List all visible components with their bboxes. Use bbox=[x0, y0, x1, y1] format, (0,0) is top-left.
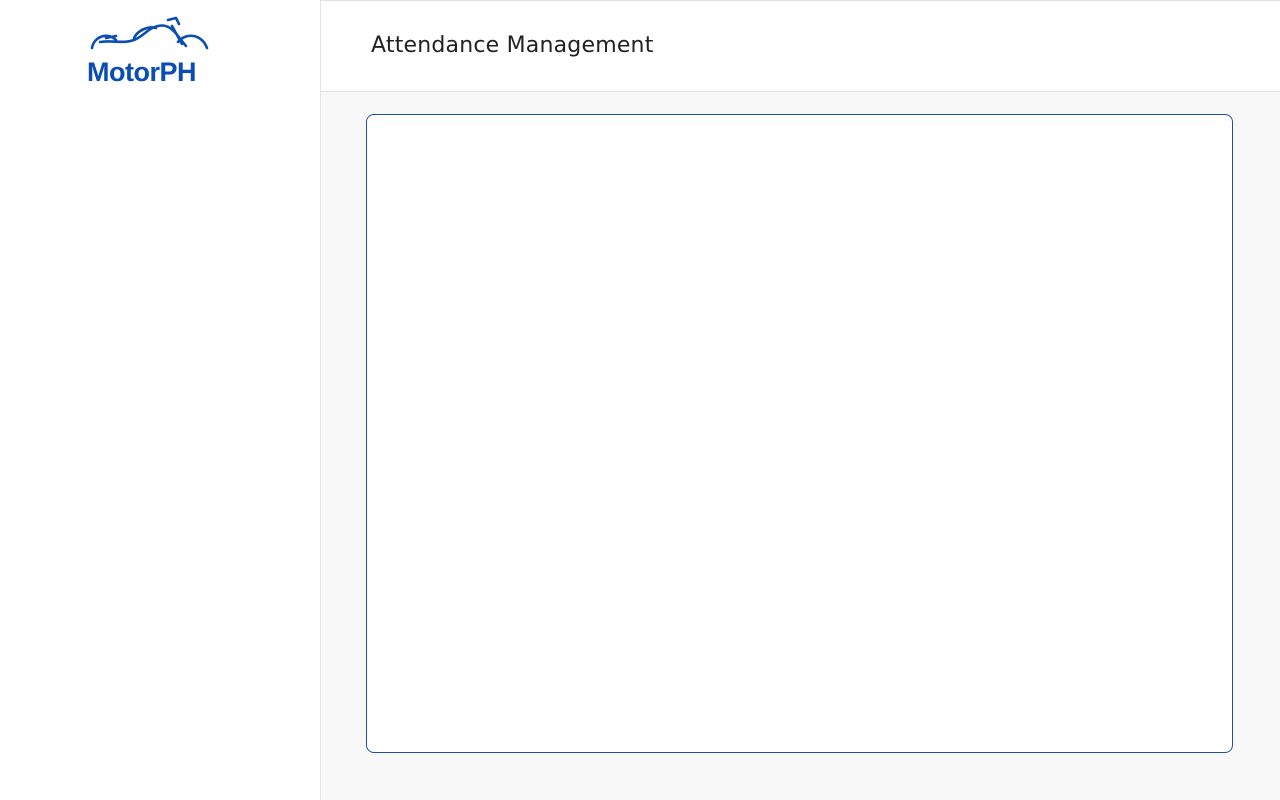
app-window: MotorPH Attendance Management bbox=[0, 0, 1280, 800]
brand-logo[interactable]: MotorPH bbox=[86, 14, 216, 88]
brand-name: MotorPH bbox=[87, 57, 196, 87]
sidebar: MotorPH bbox=[0, 0, 321, 800]
page-title: Attendance Management bbox=[371, 33, 654, 58]
page-header: Attendance Management bbox=[321, 0, 1280, 92]
attendance-panel bbox=[366, 114, 1233, 753]
main-area bbox=[321, 92, 1280, 800]
motorcycle-icon bbox=[90, 16, 209, 50]
